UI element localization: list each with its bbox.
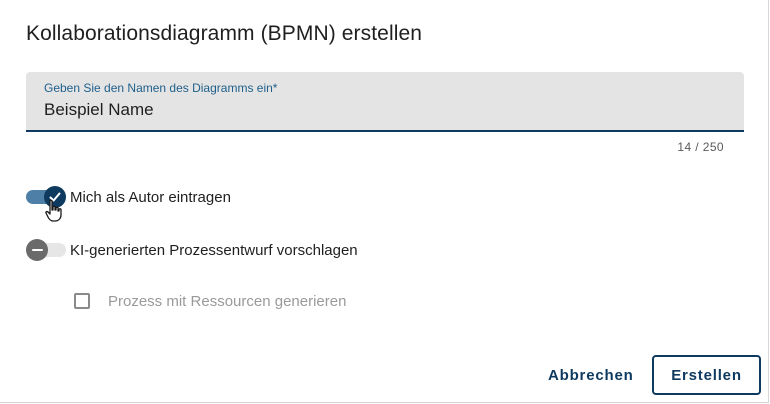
hand-pointer-icon: [45, 199, 62, 222]
create-diagram-dialog: Kollaborationsdiagramm (BPMN) erstellen …: [0, 0, 769, 403]
diagram-name-field[interactable]: Geben Sie den Namen des Diagramms ein*: [26, 72, 744, 132]
ai-draft-toggle-row[interactable]: KI-generierten Prozessentwurf vorschlage…: [26, 238, 358, 262]
character-counter: 14 / 250: [677, 140, 724, 154]
resources-checkbox-label: Prozess mit Ressourcen generieren: [108, 292, 347, 310]
ai-draft-toggle-label: KI-generierten Prozessentwurf vorschlage…: [70, 241, 358, 259]
resources-checkbox-row[interactable]: Prozess mit Ressourcen generieren: [74, 290, 346, 312]
diagram-name-label: Geben Sie den Namen des Diagramms ein*: [44, 81, 278, 95]
minus-icon: [31, 249, 43, 251]
author-toggle-label: Mich als Autor eintragen: [70, 188, 231, 206]
dialog-title: Kollaborationsdiagramm (BPMN) erstellen: [26, 22, 423, 45]
create-button[interactable]: Erstellen: [652, 355, 761, 395]
toggle-thumb: [26, 239, 48, 261]
resources-checkbox[interactable]: [74, 293, 90, 309]
ai-draft-toggle[interactable]: [26, 238, 66, 262]
cancel-button[interactable]: Abbrechen: [538, 357, 644, 393]
diagram-name-input[interactable]: [44, 100, 704, 120]
